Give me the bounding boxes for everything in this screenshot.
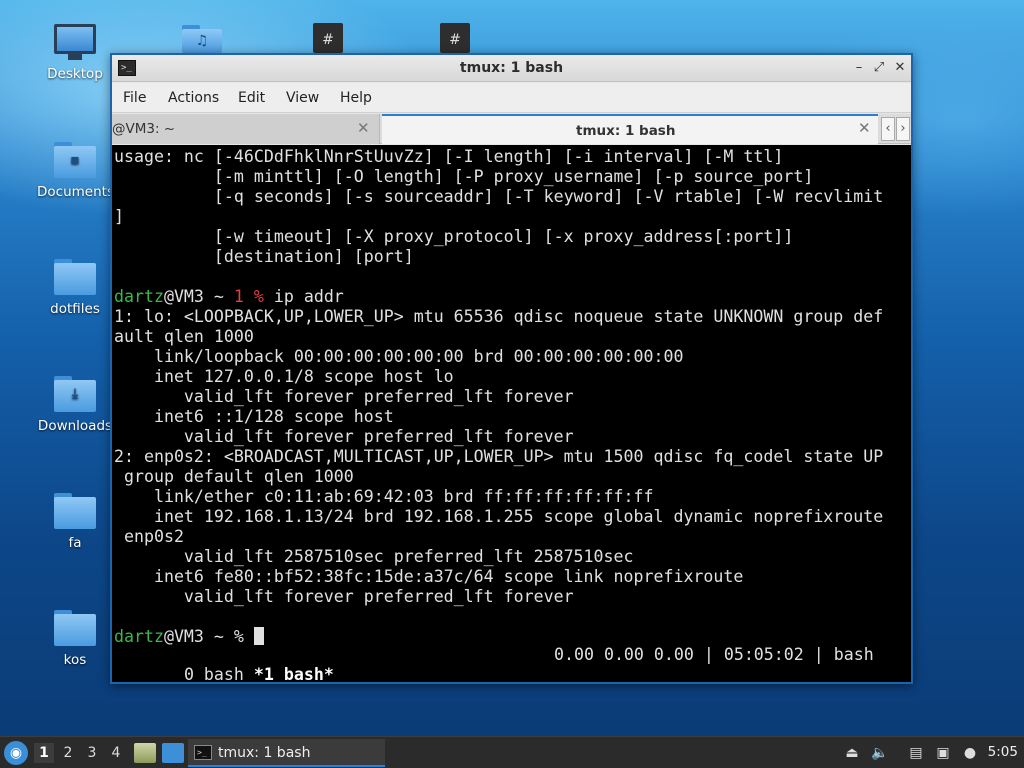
folder-downloads-icon: ⤓ (54, 376, 96, 412)
tab-close-icon[interactable]: ✕ (357, 119, 370, 137)
workspace-2[interactable]: 2 (58, 743, 78, 763)
folder-documents-icon: ▪ (54, 142, 96, 178)
text-cursor (253, 627, 264, 645)
workspace-3[interactable]: 3 (82, 743, 102, 763)
desktop-icon-fa[interactable]: fa (37, 493, 113, 551)
prompt-command: ip addr (263, 287, 344, 306)
terminal-line: 1: lo: <LOOPBACK,UP,LOWER_UP> mtu 65536 … (114, 307, 884, 326)
terminal-line: usage: nc [-46CDdFhklNnrStUuvZz] [-I len… (114, 147, 784, 166)
tab-tmux[interactable]: tmux: 1 bash ✕ (382, 114, 878, 144)
notification-icon[interactable]: ● (961, 744, 979, 762)
folder-music-icon[interactable]: ♫ (182, 25, 222, 53)
terminal-line: valid_lft forever preferred_lft forever (114, 427, 574, 446)
tab-label: @VM3: ~ (112, 121, 176, 137)
close-button[interactable]: ✕ (891, 59, 909, 77)
window-title: tmux: 1 bash (459, 60, 564, 76)
terminal-line: inet 192.168.1.13/24 brd 192.168.1.255 s… (114, 507, 884, 526)
desktop-icon-label: dotfiles (50, 301, 100, 317)
menubar: File Actions Edit View Help (112, 83, 911, 113)
desktop-icon-label: fa (68, 535, 82, 551)
terminal-line: valid_lft forever preferred_lft forever (114, 387, 574, 406)
shell-prompt-line: dartz@VM3 ~ 1 % ip addr (114, 287, 911, 307)
prompt-command (244, 627, 254, 646)
terminal-line: inet 127.0.0.1/8 scope host lo (114, 367, 454, 386)
start-menu-icon[interactable]: ◉ (4, 741, 28, 765)
terminal-output: usage: nc [-46CDdFhklNnrStUuvZz] [-I len… (114, 147, 911, 647)
desktop-icon-label: Documents (37, 184, 114, 200)
taskbar-task-label: tmux: 1 bash (218, 745, 311, 761)
tab-vm3[interactable]: @VM3: ~ ✕ (112, 114, 380, 144)
tab-label: tmux: 1 bash (576, 123, 676, 139)
terminal-area[interactable]: usage: nc [-46CDdFhklNnrStUuvZz] [-I len… (112, 145, 911, 682)
terminal-line: ] (114, 207, 124, 226)
folder-icon (54, 610, 96, 646)
terminal-line: link/ether c0:11:ab:69:42:03 brd ff:ff:f… (114, 487, 654, 506)
shell-prompt-line: dartz@VM3 ~ % (114, 627, 911, 647)
volume-icon[interactable]: 🔈 (871, 744, 889, 762)
terminal-line: valid_lft 2587510sec preferred_lft 25875… (114, 547, 634, 566)
terminal-window[interactable]: >_ tmux: 1 bash – ⤢ ✕ File Actions Edit … (110, 53, 913, 684)
tab-scroll-left-icon[interactable]: ‹ (881, 117, 895, 141)
menu-help[interactable]: Help (340, 90, 372, 106)
terminal-line: [-w timeout] [-X proxy_protocol] [-x pro… (114, 227, 794, 246)
desktop-icon-label: Desktop (47, 66, 103, 82)
tmux-active-window: *1 bash* (253, 665, 334, 682)
prompt-host: @VM3 ~ % (163, 627, 244, 646)
menu-file[interactable]: File (123, 90, 146, 106)
desktop-icon-kos[interactable]: kos (37, 610, 113, 668)
terminal-line: enp0s2 (114, 527, 184, 546)
terminal-line: inet6 fe80::bf52:38fc:15de:a37c/64 scope… (114, 567, 744, 586)
file-manager-launcher-icon[interactable] (134, 743, 156, 763)
terminal-line: [destination] [port] (114, 247, 414, 266)
terminal-line: 2: enp0s2: <BROADCAST,MULTICAST,UP,LOWER… (114, 447, 884, 466)
desktop-icon-downloads[interactable]: ⤓ Downloads (37, 376, 113, 434)
tab-close-icon[interactable]: ✕ (858, 119, 871, 137)
minimize-button[interactable]: – (850, 59, 868, 77)
window-titlebar[interactable]: >_ tmux: 1 bash – ⤢ ✕ (112, 55, 911, 82)
monitor-icon (54, 24, 96, 60)
eject-icon[interactable]: ⏏ (843, 744, 861, 762)
terminal-line: [-q seconds] [-s sourceaddr] [-T keyword… (114, 187, 884, 206)
terminal-app-icon: >_ (194, 745, 212, 760)
prompt-user: dartz (114, 287, 164, 306)
terminal-line: link/loopback 00:00:00:00:00:00 brd 00:0… (114, 347, 684, 366)
maximize-button[interactable]: ⤢ (870, 59, 888, 77)
menu-actions[interactable]: Actions (168, 90, 219, 106)
desktop-icon-desktop[interactable]: Desktop (37, 24, 113, 82)
network-icon[interactable]: ▣ (934, 744, 952, 762)
desktop-icon-label: kos (63, 652, 87, 668)
terminal-line: ault qlen 1000 (114, 327, 254, 346)
terminal-line: [-m minttl] [-O length] [-P proxy_userna… (114, 167, 814, 186)
spreadsheet-file-icon[interactable]: # (440, 23, 470, 53)
terminal-line: group default qlen 1000 (114, 467, 354, 486)
folder-icon (54, 493, 96, 529)
tab-scroll-right-icon[interactable]: › (896, 117, 910, 141)
prompt-host: @VM3 ~ (163, 287, 234, 306)
clock[interactable]: 5:05 (988, 744, 1018, 760)
desktop-icon-label: Downloads (37, 418, 113, 434)
tmux-status-bar: 0 bash *1 bash* 0.00 0.00 0.00 | 05:05:0… (114, 645, 911, 682)
tmux-status-right: 0.00 0.00 0.00 | 05:05:02 | bash (554, 645, 874, 664)
spreadsheet-file-icon[interactable]: # (313, 23, 343, 53)
prompt-exit-code: 1 % (233, 287, 264, 306)
taskbar-task-tmux[interactable]: >_ tmux: 1 bash (188, 739, 385, 767)
menu-view[interactable]: View (286, 90, 319, 106)
desktop-icon-documents[interactable]: ▪ Documents (37, 142, 114, 200)
desktop-icon-dotfiles[interactable]: dotfiles (37, 259, 113, 317)
folder-icon (54, 259, 96, 295)
tmux-window-list: 0 bash (173, 665, 254, 682)
clipboard-icon[interactable]: ▤ (907, 744, 925, 762)
prompt-user: dartz (114, 627, 164, 646)
terminal-line: inet6 ::1/128 scope host (114, 407, 394, 426)
terminal-line: valid_lft forever preferred_lft forever (114, 587, 574, 606)
menu-edit[interactable]: Edit (238, 90, 265, 106)
show-desktop-icon[interactable] (162, 743, 184, 763)
workspace-1[interactable]: 1 (34, 743, 54, 763)
workspace-4[interactable]: 4 (106, 743, 126, 763)
tab-bar: @VM3: ~ ✕ tmux: 1 bash ✕ ‹ › (112, 114, 911, 144)
taskbar: ◉ 1 2 3 4 >_ tmux: 1 bash ⏏ 🔈 ▤ ▣ ● 5:05 (0, 736, 1024, 768)
